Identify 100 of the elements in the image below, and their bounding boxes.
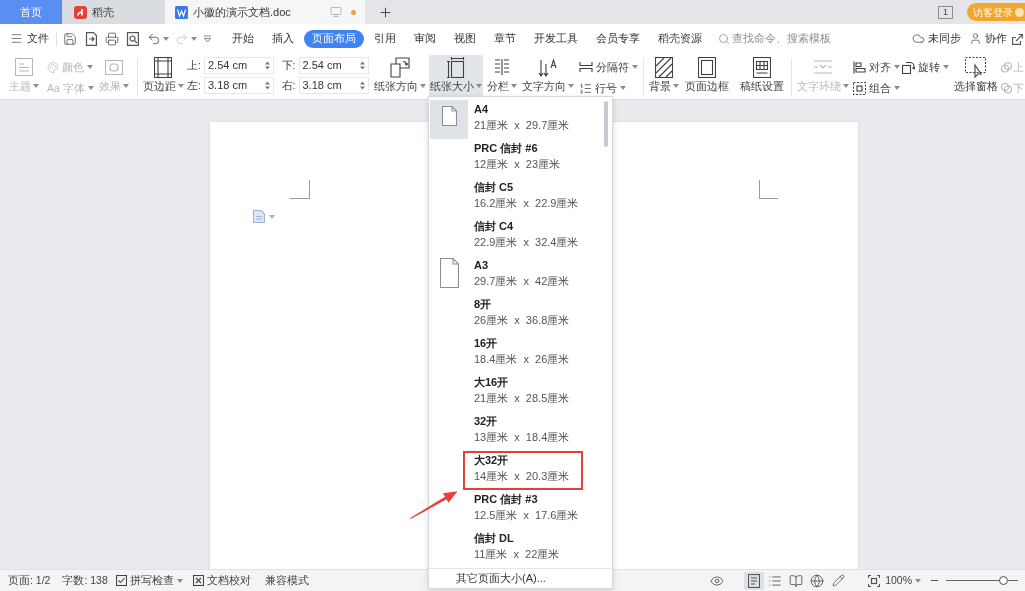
ribbon-tab[interactable]: 开始 (224, 29, 262, 48)
spinner-icon[interactable] (265, 81, 270, 90)
paper-size-option[interactable]: 16开 18.4厘米 x 26厘米 (429, 334, 612, 373)
spell-check-button[interactable]: 拼写检查 (115, 572, 183, 589)
page-margins-icon (154, 56, 172, 78)
text-wrap-icon (813, 59, 833, 75)
columns-button[interactable]: 分栏 (485, 55, 519, 97)
paper-size-button[interactable]: 纸张大小 (429, 55, 483, 97)
export-icon[interactable] (84, 31, 98, 46)
page-icon (439, 258, 459, 288)
text-direction-button[interactable]: 文字方向 (521, 55, 575, 97)
margin-field[interactable]: 3.18 cm (298, 77, 369, 94)
theme-icon (15, 58, 33, 76)
ribbon-tab[interactable]: 引用 (366, 29, 404, 48)
search-field[interactable]: 查找命令、搜索模板 (718, 30, 836, 47)
page-border-button[interactable]: 页面边框 (684, 55, 730, 97)
zoom-level-button[interactable]: 100% (885, 572, 921, 589)
corner-mark (290, 180, 310, 199)
manuscript-button[interactable]: 稿纸设置 (738, 55, 786, 97)
page-icon (748, 573, 761, 588)
palette-icon (47, 60, 59, 74)
ribbon-tab[interactable]: 稻壳资源 (650, 29, 710, 48)
paper-size-option[interactable]: PRC 信封 #3 12.5厘米 x 17.6厘米 (429, 490, 612, 529)
spinner-icon[interactable] (359, 81, 365, 90)
list-icon (768, 573, 783, 588)
line-numbers-button[interactable]: 行号 (579, 79, 639, 97)
margin-field[interactable]: 2.54 cm (298, 57, 369, 74)
spinner-icon[interactable] (359, 61, 365, 70)
ribbon-tab[interactable]: 页面布局 (304, 29, 364, 48)
paper-size-option[interactable]: 大16开 21厘米 x 28.5厘米 (429, 373, 612, 412)
book-icon (789, 573, 804, 588)
page-view-button[interactable] (744, 571, 765, 590)
selection-pane-button[interactable]: 选择窗格 (952, 55, 1000, 97)
margin-label: 左: (187, 77, 202, 93)
check-box-icon (115, 575, 127, 586)
grid-paper-icon (753, 56, 771, 78)
undo-icon[interactable] (147, 31, 161, 46)
page-orientation-icon (390, 56, 410, 78)
background-button[interactable]: 背景 (647, 55, 681, 97)
share-icon[interactable] (1012, 32, 1023, 45)
proofread-button[interactable]: 文档校对 (192, 572, 251, 589)
paper-size-option[interactable]: 8开 26厘米 x 36.8厘米 (429, 295, 612, 334)
ribbon-tab[interactable]: 会员专享 (588, 29, 648, 48)
page-count: 页面: 1/2 (8, 572, 51, 588)
avatar-icon (1015, 7, 1024, 17)
ribbon-tab[interactable]: 章节 (486, 29, 524, 48)
sync-button[interactable]: 未同步 (912, 30, 961, 47)
ribbon-tab[interactable]: 审阅 (406, 29, 444, 48)
paper-size-option[interactable]: 32开 13厘米 x 18.4厘米 (429, 412, 612, 451)
cloud-icon (912, 32, 925, 45)
caret-icon (191, 36, 197, 41)
compatibility-mode-label: 兼容模式 (264, 572, 309, 588)
caret-icon (163, 36, 169, 41)
paper-size-option[interactable]: A4 21厘米 x 29.7厘米 (429, 100, 612, 139)
paper-size-option[interactable]: A3 29.7厘米 x 42厘米 (429, 256, 612, 295)
document-app-icon (175, 5, 188, 19)
word-count: 字数: 138 (62, 572, 108, 588)
save-icon[interactable] (63, 31, 77, 46)
file-menu-button[interactable]: 文件 (10, 30, 49, 47)
selection-pane-icon (965, 56, 987, 78)
margin-field[interactable]: 2.54 cm (204, 57, 274, 74)
app-logo-icon (74, 5, 87, 19)
slider-thumb[interactable] (999, 576, 1009, 585)
ribbon-tab[interactable]: 开发工具 (526, 29, 586, 48)
ribbon-tab[interactable]: 插入 (264, 29, 302, 48)
margin-label: 下: (281, 57, 297, 73)
paper-size-option[interactable]: 信封 C5 16.2厘米 x 22.9厘米 (429, 178, 612, 217)
paper-size-option[interactable]: 信封 DL 11厘米 x 22厘米 (429, 529, 612, 568)
scroll-bar[interactable] (604, 101, 608, 147)
margins-button[interactable]: 页边距 (142, 55, 184, 97)
background-icon (655, 56, 673, 78)
group-button[interactable]: 组合 (853, 79, 899, 97)
page-icon (441, 106, 457, 126)
page-break-icon (579, 61, 593, 73)
spinner-icon[interactable] (265, 61, 270, 70)
print-icon[interactable] (105, 31, 119, 46)
line-numbers-icon (579, 81, 592, 95)
paper-size-option[interactable]: PRC 信封 #6 12厘米 x 23厘米 (429, 139, 612, 178)
more-paper-sizes-item[interactable]: 其它页面大小(A)... (456, 570, 546, 587)
fit-page-icon[interactable] (868, 574, 881, 587)
window-count-button[interactable]: 1 (938, 5, 953, 19)
breaks-button[interactable]: 分隔符 (579, 58, 639, 76)
align-icon (853, 60, 866, 74)
text-direction-icon (538, 56, 558, 78)
margin-field[interactable]: 3.18 cm (204, 77, 274, 94)
align-button[interactable]: 对齐 (853, 58, 899, 76)
tab[interactable]: 稻壳 (62, 0, 165, 24)
ribbon-tab[interactable]: 视图 (446, 29, 484, 48)
tab[interactable]: 小徽的演示文档.doc (165, 0, 365, 24)
menu-icon (10, 32, 23, 45)
rotate-button[interactable]: 旋转 (902, 58, 950, 76)
send-backward-icon (1001, 82, 1012, 94)
eye-icon[interactable] (710, 573, 725, 588)
paper-size-option[interactable]: 信封 C4 22.9厘米 x 32.4厘米 (429, 217, 612, 256)
print-preview-icon[interactable] (126, 31, 140, 46)
zoom-slider[interactable] (946, 575, 1018, 586)
customize-icon[interactable] (203, 34, 212, 43)
orientation-button[interactable]: 纸张方向 (373, 55, 427, 97)
pointer-arrow (409, 490, 459, 520)
collaborate-button[interactable]: 协作 (969, 30, 1007, 47)
